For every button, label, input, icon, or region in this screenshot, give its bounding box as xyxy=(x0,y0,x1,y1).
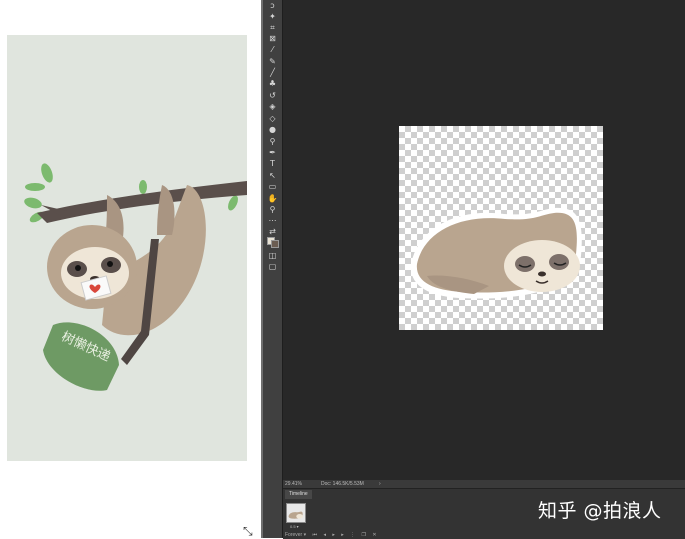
screen-mode-icon[interactable]: ▢ xyxy=(266,261,279,272)
duplicate-frame-icon[interactable]: ❐ xyxy=(362,532,366,538)
previous-frame-icon[interactable]: ◂ xyxy=(323,532,326,538)
pen-icon[interactable]: ✒ xyxy=(266,147,279,158)
sleeping-sloth-illustration xyxy=(410,207,582,299)
zoom-icon[interactable]: ⚲ xyxy=(266,204,279,215)
brush-icon[interactable]: ╱ xyxy=(266,67,279,78)
animation-frame-thumbnail[interactable] xyxy=(286,503,306,523)
type-icon[interactable]: T xyxy=(266,158,279,169)
zoom-level[interactable]: 29.41% xyxy=(285,480,302,488)
timeline-tab[interactable]: Timeline xyxy=(285,490,312,499)
dodge-icon[interactable]: ⚲ xyxy=(266,136,279,147)
shape-icon[interactable]: ▭ xyxy=(266,181,279,192)
loop-option-selector[interactable]: Forever ▾ xyxy=(285,532,306,538)
paint-bucket-icon[interactable]: ◇ xyxy=(266,113,279,124)
left-pane: 树懒快递 ⤡ xyxy=(0,0,262,538)
magic-wand-icon[interactable]: ✦ xyxy=(266,11,279,22)
next-frame-icon[interactable]: ▸ xyxy=(341,532,344,538)
hanging-sloth-illustration: 树懒快递 xyxy=(24,163,247,391)
frame-sloth-thumbnail xyxy=(287,504,305,522)
play-icon[interactable]: ▸ xyxy=(332,532,335,538)
tools-panel: ↄ ✦ ⌗ ⊠ ⁄ ✎ ╱ ♣ ↺ ◈ ◇ ● ⚲ ✒ T ↖ ▭ ✋ ⚲ ⋯ … xyxy=(263,0,283,538)
photoshop-window: ↄ ✦ ⌗ ⊠ ⁄ ✎ ╱ ♣ ↺ ◈ ◇ ● ⚲ ✒ T ↖ ▭ ✋ ⚲ ⋯ … xyxy=(263,0,685,539)
ellipsis-icon[interactable]: ⋯ xyxy=(266,215,279,226)
status-bar: 29.41% Doc: 146.5K/5.53M › xyxy=(283,480,685,488)
watermark-text: 知乎 @拍浪人 xyxy=(538,500,662,522)
lasso-icon[interactable]: ↄ xyxy=(266,0,279,11)
color-swatches-icon[interactable] xyxy=(266,236,279,248)
sloth-poster-image: 树懒快递 xyxy=(7,35,247,461)
canvas-area xyxy=(283,0,685,480)
path-selection-icon[interactable]: ↖ xyxy=(266,170,279,181)
clone-stamp-icon[interactable]: ♣ xyxy=(266,78,279,89)
blur-icon[interactable]: ● xyxy=(266,124,279,135)
hand-icon[interactable]: ✋ xyxy=(266,193,279,204)
document-size[interactable]: Doc: 146.5K/5.53M xyxy=(321,480,364,488)
status-menu-arrow-icon[interactable]: › xyxy=(379,480,381,488)
history-brush-icon[interactable]: ↺ xyxy=(266,90,279,101)
quick-mask-icon[interactable]: ◫ xyxy=(266,250,279,261)
document-canvas[interactable] xyxy=(399,126,603,330)
eraser-icon[interactable]: ◈ xyxy=(266,101,279,112)
healing-brush-icon[interactable]: ✎ xyxy=(266,56,279,67)
slice-icon[interactable]: ⊠ xyxy=(266,33,279,44)
first-frame-icon[interactable]: ⏮ xyxy=(313,532,318,538)
delete-frame-icon[interactable]: ✕ xyxy=(372,532,376,538)
resize-arrow-icon[interactable]: ⤡ xyxy=(243,524,253,539)
tween-icon[interactable]: ⋮ xyxy=(350,532,355,538)
frame-delay-selector[interactable]: 0.5 ▾ xyxy=(290,524,299,529)
crop-icon[interactable]: ⌗ xyxy=(266,22,279,33)
eyedropper-icon[interactable]: ⁄ xyxy=(266,44,279,55)
